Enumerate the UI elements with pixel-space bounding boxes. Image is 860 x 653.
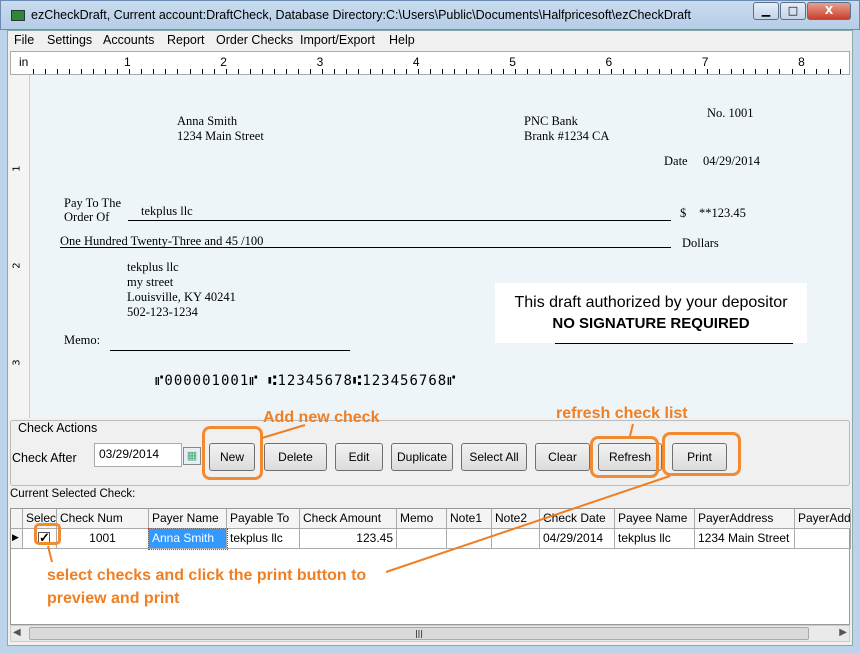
arrow-print xyxy=(385,475,671,573)
annotation-arrows xyxy=(47,423,671,573)
arrow-refresh xyxy=(629,423,634,437)
arrow-new xyxy=(261,424,306,439)
arrow-select xyxy=(47,545,53,563)
